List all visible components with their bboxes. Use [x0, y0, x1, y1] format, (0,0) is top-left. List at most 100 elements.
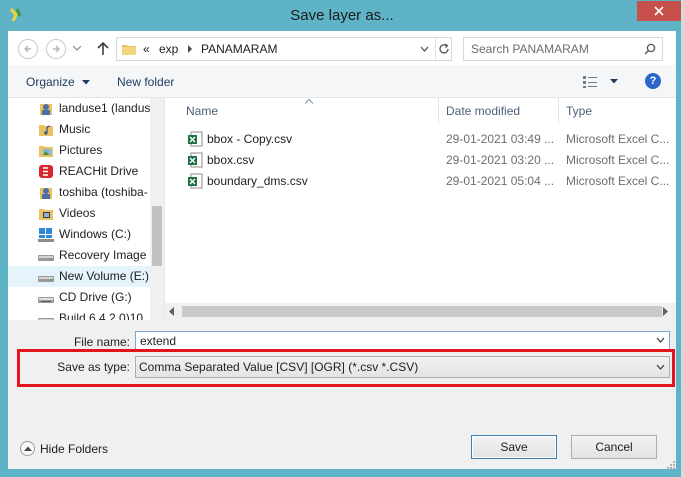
file-name: bbox - Copy.csv	[207, 132, 293, 146]
command-toolbar: Organize New folder ?	[8, 65, 676, 98]
sort-ascending-icon	[305, 99, 313, 104]
column-header-name[interactable]: Name	[186, 98, 218, 124]
close-button[interactable]	[637, 1, 681, 21]
new-folder-button[interactable]: New folder	[117, 75, 174, 89]
search-input[interactable]: Search PANAMARAM	[471, 42, 589, 56]
column-header-date-modified[interactable]: Date modified	[446, 98, 520, 124]
file-row[interactable]: bbox - Copy.csv 29-01-2021 03:49 ... Mic…	[165, 129, 676, 150]
file-row[interactable]: bbox.csv 29-01-2021 03:20 ... Microsoft …	[165, 150, 676, 171]
windows-drive-icon	[38, 228, 54, 242]
nav-item-label: New Volume (E:)	[59, 269, 150, 283]
close-icon	[654, 6, 664, 16]
organize-label: Organize	[26, 75, 75, 89]
nav-item-landuse1[interactable]: landuse1 (landus	[8, 98, 150, 119]
user-folder-icon	[40, 104, 52, 115]
nav-item-label: CD Drive (G:)	[59, 290, 132, 304]
nav-item-recovery-image[interactable]: Recovery Image (	[8, 245, 154, 266]
cancel-button[interactable]: Cancel	[571, 435, 657, 459]
change-view-button[interactable]	[582, 73, 622, 91]
csv-file-icon	[188, 131, 203, 147]
nav-item-label: Pictures	[59, 143, 103, 157]
horizontal-scroll-thumb[interactable]	[182, 306, 662, 317]
forward-button[interactable]	[46, 39, 66, 59]
nav-item-label: toshiba (toshiba-	[59, 185, 148, 199]
file-list[interactable]: Name Date modified Type bbox - Copy.csv …	[165, 98, 676, 320]
nav-pane-scroll-thumb[interactable]	[152, 206, 162, 266]
breadcrumb-overflow[interactable]: «	[143, 42, 150, 56]
nav-item-windows-c[interactable]: Windows (C:)	[8, 224, 150, 245]
chevron-up-icon	[20, 441, 35, 456]
nav-item-label: REACHit Drive	[59, 164, 139, 178]
dialog-client-area: « exp PANAMARAM Search PANAMARAM Organiz…	[8, 31, 676, 469]
csv-file-icon	[188, 152, 203, 168]
chevron-right-icon[interactable]	[187, 44, 193, 54]
annotation-highlight-box	[17, 349, 675, 387]
cd-drive-icon	[38, 297, 54, 303]
nav-item-build[interactable]: Build 6.4.2.0)10	[8, 308, 150, 320]
file-name-field[interactable]	[136, 332, 646, 350]
nav-item-label: Recovery Image (	[59, 248, 154, 262]
chevron-down-icon	[420, 46, 428, 52]
file-date-modified: 29-01-2021 05:04 ...	[446, 174, 555, 188]
column-header-type[interactable]: Type	[566, 98, 592, 124]
user-folder-icon	[40, 188, 52, 199]
file-type: Microsoft Excel C...	[566, 153, 670, 167]
organize-menu[interactable]: Organize	[26, 75, 91, 89]
address-row: « exp PANAMARAM Search PANAMARAM	[8, 31, 676, 65]
file-name: boundary_dms.csv	[207, 174, 308, 188]
nav-item-music[interactable]: Music	[8, 119, 150, 140]
recent-locations-icon[interactable]	[73, 46, 81, 51]
search-icon[interactable]	[644, 43, 656, 55]
csv-file-icon	[188, 173, 203, 189]
reachit-drive-icon	[39, 165, 53, 178]
scroll-left-icon[interactable]	[169, 307, 175, 316]
back-button[interactable]	[18, 39, 38, 59]
search-box[interactable]: Search PANAMARAM	[463, 37, 663, 61]
hide-folders-label: Hide Folders	[40, 442, 109, 456]
nav-item-label: landuse1 (landus	[59, 101, 151, 115]
file-row[interactable]: boundary_dms.csv 29-01-2021 05:04 ... Mi…	[165, 171, 676, 192]
scroll-right-icon[interactable]	[662, 307, 668, 316]
nav-item-cd-drive-g[interactable]: CD Drive (G:)	[8, 287, 150, 308]
column-separator[interactable]	[438, 98, 439, 124]
breadcrumb-panamaram[interactable]: PANAMARAM	[201, 42, 277, 56]
file-date-modified: 29-01-2021 03:49 ...	[446, 132, 555, 146]
nav-item-pictures[interactable]: Pictures	[8, 140, 150, 161]
nav-item-label: Build 6.4.2.0)10	[59, 311, 144, 320]
nav-item-reachit-drive[interactable]: REACHit Drive	[8, 161, 150, 182]
navigation-pane[interactable]: landuse1 (landus Music Pictures REACHit …	[8, 98, 164, 320]
column-separator[interactable]	[558, 98, 559, 124]
view-details-icon	[583, 76, 597, 88]
file-date-modified: 29-01-2021 03:20 ...	[446, 153, 555, 167]
resize-grip-icon[interactable]	[665, 459, 675, 469]
chevron-down-icon[interactable]	[656, 337, 665, 343]
nav-item-toshiba[interactable]: toshiba (toshiba-	[8, 182, 150, 203]
breadcrumb-exp[interactable]: exp	[159, 42, 178, 56]
chevron-down-icon	[82, 80, 91, 85]
file-type: Microsoft Excel C...	[566, 132, 670, 146]
chevron-down-icon	[610, 79, 618, 84]
folder-icon	[122, 45, 136, 55]
arrow-left-icon	[24, 45, 31, 53]
pictures-folder-icon	[39, 146, 53, 157]
up-arrow-icon[interactable]	[96, 40, 110, 56]
address-bar[interactable]: « exp PANAMARAM	[116, 37, 452, 61]
file-list-horizontal-scrollbar[interactable]	[165, 303, 676, 320]
refresh-button[interactable]	[435, 38, 452, 60]
nav-item-label: Videos	[59, 206, 96, 220]
save-dialog-window: Save layer as... « exp PANAMARAM Search …	[0, 0, 684, 477]
file-name-label: File name:	[73, 335, 130, 349]
help-button[interactable]: ?	[645, 73, 661, 89]
nav-item-new-volume-e[interactable]: New Volume (E:)	[8, 266, 150, 287]
hard-drive-icon	[38, 255, 54, 261]
arrow-right-icon	[53, 45, 60, 53]
nav-item-videos[interactable]: Videos	[8, 203, 150, 224]
address-dropdown-button[interactable]	[414, 38, 434, 60]
file-type: Microsoft Excel C...	[566, 174, 670, 188]
title-bar: Save layer as...	[0, 0, 684, 32]
save-button[interactable]: Save	[471, 435, 557, 459]
nav-item-label: Windows (C:)	[59, 227, 132, 241]
music-folder-icon	[39, 125, 53, 136]
file-name-combobox[interactable]	[135, 331, 670, 351]
file-name: bbox.csv	[207, 153, 255, 167]
